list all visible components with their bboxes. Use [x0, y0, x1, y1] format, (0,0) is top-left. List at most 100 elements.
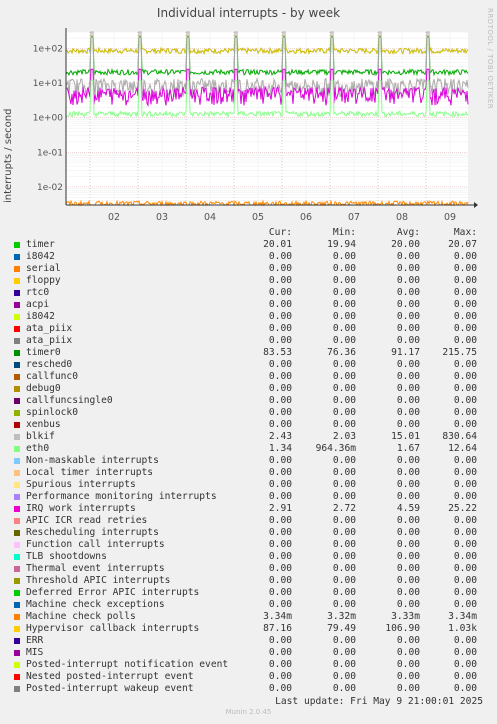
legend-series-name: callfunc0 — [26, 371, 78, 382]
x-tick-label: 05 — [252, 212, 264, 220]
legend-swatch — [14, 614, 20, 620]
legend-value-min: 0.00 — [332, 635, 356, 646]
legend-header-cur: Cur: — [268, 227, 292, 238]
legend-value-max: 25.22 — [448, 503, 477, 514]
legend-swatch — [14, 398, 20, 404]
legend-value-max: 0.00 — [453, 491, 477, 502]
legend-value-avg: 0.00 — [396, 563, 420, 574]
legend-swatch — [14, 506, 20, 512]
legend-swatch — [14, 566, 20, 572]
legend-value-avg: 0.00 — [396, 671, 420, 682]
x-axis-arrow — [474, 202, 478, 208]
legend-value-max: 0.00 — [453, 359, 477, 370]
legend-value-max: 0.00 — [453, 287, 477, 298]
legend-value-min: 0.00 — [332, 395, 356, 406]
legend-value-cur: 0.00 — [268, 287, 292, 298]
legend-header-min: Min: — [332, 227, 356, 238]
legend-value-min: 0.00 — [332, 455, 356, 466]
plot-area — [66, 32, 468, 205]
y-tick-label: 1e-02 — [37, 183, 63, 193]
legend-series-name: resched0 — [26, 359, 73, 370]
legend-swatch — [14, 518, 20, 524]
y-tick-label: 1e-01 — [37, 148, 63, 158]
legend-swatch — [14, 578, 20, 584]
legend-value-max: 3.34m — [448, 611, 477, 622]
legend-value-avg: 4.59 — [396, 503, 420, 514]
last-update: Last update: Fri May 9 21:00:01 2025 — [275, 696, 483, 707]
legend-value-max: 215.75 — [442, 347, 477, 358]
legend-swatch — [14, 530, 20, 536]
legend-value-avg: 0.00 — [396, 299, 420, 310]
legend-series-name: APIC ICR read retries — [26, 515, 148, 526]
legend-value-max: 0.00 — [453, 311, 477, 322]
legend-value-cur: 0.00 — [268, 335, 292, 346]
legend-value-avg: 0.00 — [396, 323, 420, 334]
legend-value-cur: 0.00 — [268, 407, 292, 418]
legend-value-avg: 0.00 — [396, 395, 420, 406]
legend-value-max: 0.00 — [453, 455, 477, 466]
legend-series-name: Machine check polls — [26, 611, 136, 622]
legend-value-avg: 20.00 — [391, 239, 420, 250]
legend-value-min: 0.00 — [332, 251, 356, 262]
legend-value-min: 0.00 — [332, 587, 356, 598]
legend-value-avg: 3.33m — [391, 611, 420, 622]
legend-series-name: Local timer interrupts — [26, 467, 154, 478]
legend-value-cur: 0.00 — [268, 479, 292, 490]
legend-value-avg: 0.00 — [396, 251, 420, 262]
legend-swatch — [14, 326, 20, 332]
legend-value-max: 20.07 — [448, 239, 477, 250]
legend-value-avg: 0.00 — [396, 491, 420, 502]
legend-series-name: debug0 — [26, 383, 61, 394]
x-tick-label: 03 — [156, 212, 168, 220]
legend-series-name: timer — [26, 239, 55, 250]
legend-value-min: 0.00 — [332, 527, 356, 538]
legend-series-name: Performance monitoring interrupts — [26, 491, 217, 502]
legend-value-min: 0.00 — [332, 371, 356, 382]
legend-series-name: Non-maskable interrupts — [26, 455, 159, 466]
legend-value-max: 0.00 — [453, 563, 477, 574]
legend-value-min: 0.00 — [332, 647, 356, 658]
legend-swatch — [14, 314, 20, 320]
x-tick-label: 06 — [300, 212, 312, 220]
legend-series-name: Thermal event interrupts — [26, 563, 165, 574]
legend-series-name: Hypervisor callback interrupts — [26, 623, 200, 634]
x-tick-label: 08 — [396, 212, 408, 220]
legend-value-cur: 0.00 — [268, 263, 292, 274]
legend-swatch — [14, 638, 20, 644]
legend-value-max: 0.00 — [453, 275, 477, 286]
legend-series-name: Spurious interrupts — [26, 479, 136, 490]
legend-series-name: Machine check exceptions — [26, 599, 165, 610]
legend-value-max: 0.00 — [453, 671, 477, 682]
legend-value-min: 0.00 — [332, 287, 356, 298]
legend-value-cur: 0.00 — [268, 251, 292, 262]
legend-value-cur: 0.00 — [268, 587, 292, 598]
legend-series-name: MIS — [26, 647, 44, 658]
legend-value-max: 0.00 — [453, 479, 477, 490]
legend-value-avg: 0.00 — [396, 635, 420, 646]
legend-swatch — [14, 254, 20, 260]
x-tick-label: 04 — [204, 212, 216, 220]
legend-value-avg: 0.00 — [396, 467, 420, 478]
legend-value-min: 79.49 — [327, 623, 356, 634]
legend-value-max: 0.00 — [453, 587, 477, 598]
legend-value-min: 76.36 — [327, 347, 356, 358]
legend-value-min: 0.00 — [332, 299, 356, 310]
legend-swatch — [14, 266, 20, 272]
legend-value-max: 0.00 — [453, 683, 477, 694]
legend-series-name: ata_piix — [26, 323, 73, 334]
legend-value-cur: 83.53 — [263, 347, 292, 358]
legend-header-avg: Avg: — [396, 227, 420, 238]
legend-value-cur: 0.00 — [268, 575, 292, 586]
legend-value-cur: 0.00 — [268, 419, 292, 430]
legend-swatch — [14, 422, 20, 428]
legend-value-min: 0.00 — [332, 515, 356, 526]
legend-value-max: 12.64 — [448, 443, 477, 454]
legend-value-avg: 0.00 — [396, 479, 420, 490]
legend-value-cur: 0.00 — [268, 311, 292, 322]
legend-value-avg: 0.00 — [396, 407, 420, 418]
legend-value-avg: 0.00 — [396, 587, 420, 598]
legend-value-cur: 0.00 — [268, 671, 292, 682]
legend-series-name: i8042 — [26, 311, 55, 322]
legend-value-max: 0.00 — [453, 659, 477, 670]
legend-value-cur: 0.00 — [268, 635, 292, 646]
